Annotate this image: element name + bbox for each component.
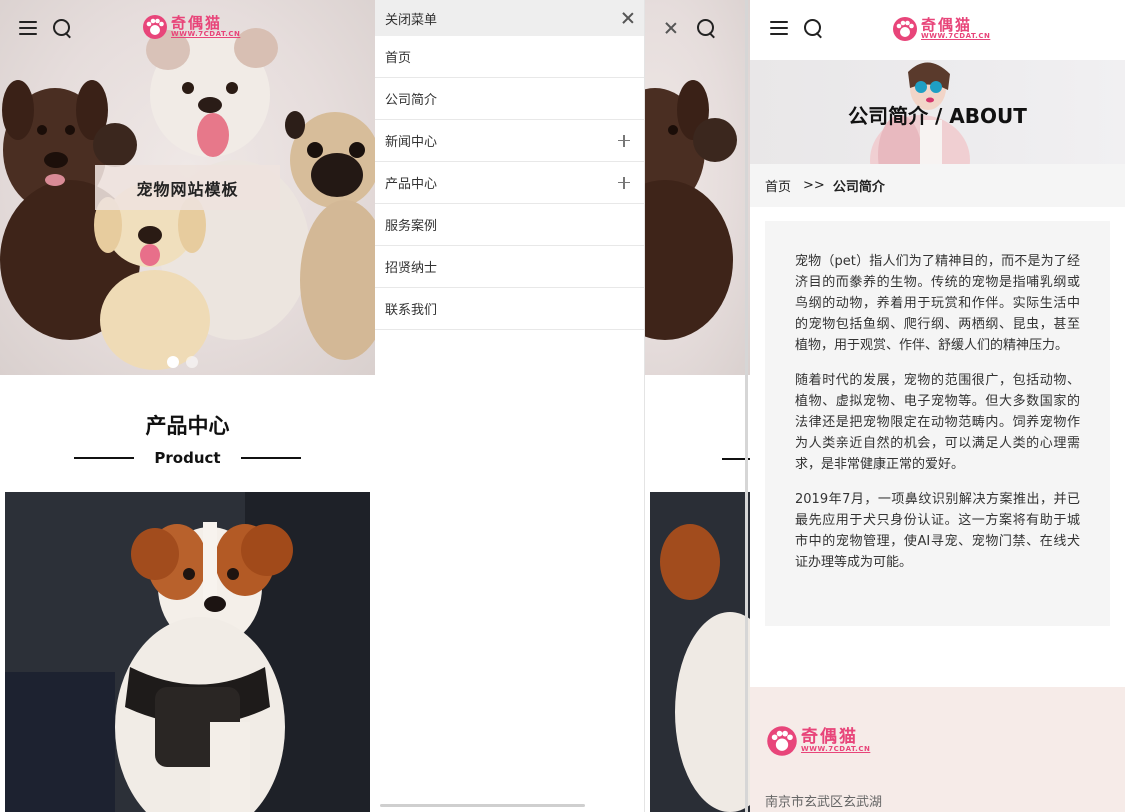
logo-text: 奇偶猫 WWW.7CDAT.CN <box>921 18 990 40</box>
logo-cn: 奇偶猫 <box>801 727 858 747</box>
site-logo[interactable]: 奇偶猫 WWW.7CDAT.CN <box>892 16 990 42</box>
site-logo[interactable]: 奇偶猫 WWW.7CDAT.CN <box>142 14 240 40</box>
divider-line <box>74 457 135 459</box>
menu-item-label: 招贤纳士 <box>385 261 438 276</box>
article-paragraph: 随着时代的发展，宠物的范围很广，包括动物、植物、虚拟宠物、电子宠物等。但大多数国… <box>795 373 1080 472</box>
footer-address: 南京市玄武区玄武湖 <box>765 795 883 810</box>
article-content: 宠物（pet）指人们为了精神目的，而不是为了经济目的而豢养的生物。传统的宠物是指… <box>765 221 1110 626</box>
home-panel: 奇偶猫 WWW.7CDAT.CN 宠物网站模板 产品中心 Product <box>0 0 375 812</box>
menu-item-cases[interactable]: 服务案例 <box>375 204 644 246</box>
menu-item-contact[interactable]: 联系我们 <box>375 288 644 330</box>
menu-icon[interactable] <box>770 21 788 35</box>
breadcrumb-current: 公司简介 <box>832 180 885 195</box>
hero-banner[interactable]: 奇偶猫 WWW.7CDAT.CN 宠物网站模板 <box>0 0 375 375</box>
slider-dot[interactable] <box>167 356 179 368</box>
page-behind-overlay <box>645 0 750 812</box>
expand-plus-icon[interactable] <box>618 134 630 147</box>
expand-plus-icon[interactable] <box>618 176 630 189</box>
banner-caption: 宠物网站模板 <box>95 165 280 210</box>
page-header: 奇偶猫 WWW.7CDAT.CN <box>750 0 1125 60</box>
close-menu-label[interactable]: 关闭菜单 <box>385 9 437 28</box>
side-menu: 关闭菜单 首页 公司简介 新闻中心 产品中心 服务案例 招贤纳士 联系我们 <box>375 0 645 812</box>
menu-panel: 关闭菜单 首页 公司简介 新闻中心 产品中心 服务案例 招贤纳士 联系我们 <box>375 0 750 812</box>
paw-logo-icon <box>143 15 167 39</box>
menu-icon[interactable] <box>19 21 37 35</box>
screenshot-stage: 奇偶猫 WWW.7CDAT.CN 宠物网站模板 产品中心 Product 关闭菜… <box>0 0 1125 812</box>
divider-line <box>240 457 301 459</box>
search-icon[interactable] <box>804 19 824 39</box>
search-icon[interactable] <box>697 19 717 39</box>
paw-logo-icon <box>893 17 917 41</box>
menu-item-jobs[interactable]: 招贤纳士 <box>375 246 644 288</box>
menu-item-products[interactable]: 产品中心 <box>375 162 644 204</box>
section-subtitle-row: Product <box>0 449 375 467</box>
footer-logo[interactable]: 奇偶猫 WWW.7CDAT.CN <box>766 725 870 757</box>
logo-en: WWW.7CDAT.CN <box>801 745 871 753</box>
menu-item-about[interactable]: 公司简介 <box>375 78 644 120</box>
page-title: 公司简介 / ABOUT <box>848 104 1027 128</box>
breadcrumb-separator: >> <box>803 178 825 193</box>
slider-dots <box>167 356 198 368</box>
logo-cn: 奇偶猫 <box>921 16 973 34</box>
search-icon[interactable] <box>53 19 73 39</box>
terrier-photo <box>5 492 370 812</box>
section-subtitle: Product <box>154 449 221 467</box>
article-paragraph: 宠物（pet）指人们为了精神目的，而不是为了经济目的而豢养的生物。传统的宠物是指… <box>795 254 1080 353</box>
dogs-photo-partial <box>645 80 737 340</box>
menu-item-news[interactable]: 新闻中心 <box>375 120 644 162</box>
logo-en: WWW.7CDAT.CN <box>921 32 991 40</box>
about-panel: 奇偶猫 WWW.7CDAT.CN 公司简介 / ABOUT 首页 >> 公司简介 <box>750 0 1125 812</box>
menu-item-home[interactable]: 首页 <box>375 36 644 78</box>
logo-en: WWW.7CDAT.CN <box>171 30 241 38</box>
paw-logo-icon <box>767 726 797 756</box>
menu-item-label: 首页 <box>385 51 412 66</box>
logo-cn: 奇偶猫 <box>171 14 223 32</box>
scrollbar[interactable] <box>745 0 748 812</box>
breadcrumb-home-link[interactable]: 首页 <box>765 176 791 195</box>
horizontal-scrollbar[interactable] <box>380 804 585 807</box>
breadcrumb: 首页 >> 公司简介 <box>750 164 1125 207</box>
article-paragraph: 2019年7月，一项鼻纹识别解决方案推出，并已最先应用于犬只身份认证。这一方案将… <box>795 492 1080 570</box>
close-icon[interactable] <box>622 12 634 24</box>
menu-header[interactable]: 关闭菜单 <box>375 0 644 36</box>
section-title: 产品中心 <box>145 414 230 438</box>
terrier-photo-partial <box>650 492 750 812</box>
menu-item-label: 公司简介 <box>385 93 438 108</box>
close-icon[interactable] <box>665 22 677 34</box>
logo-text: 奇偶猫 WWW.7CDAT.CN <box>801 729 870 753</box>
hero-banner-partial <box>645 0 750 375</box>
about-banner: 公司简介 / ABOUT <box>750 60 1125 164</box>
menu-item-label: 服务案例 <box>385 219 438 234</box>
product-image[interactable] <box>5 492 370 812</box>
menu-item-label: 联系我们 <box>385 303 438 318</box>
slider-dot[interactable] <box>186 356 198 368</box>
menu-item-label: 新闻中心 <box>385 135 438 150</box>
page-footer: 奇偶猫 WWW.7CDAT.CN 南京市玄武区玄武湖 <box>750 687 1125 812</box>
logo-text: 奇偶猫 WWW.7CDAT.CN <box>171 16 240 38</box>
menu-item-label: 产品中心 <box>385 177 438 192</box>
